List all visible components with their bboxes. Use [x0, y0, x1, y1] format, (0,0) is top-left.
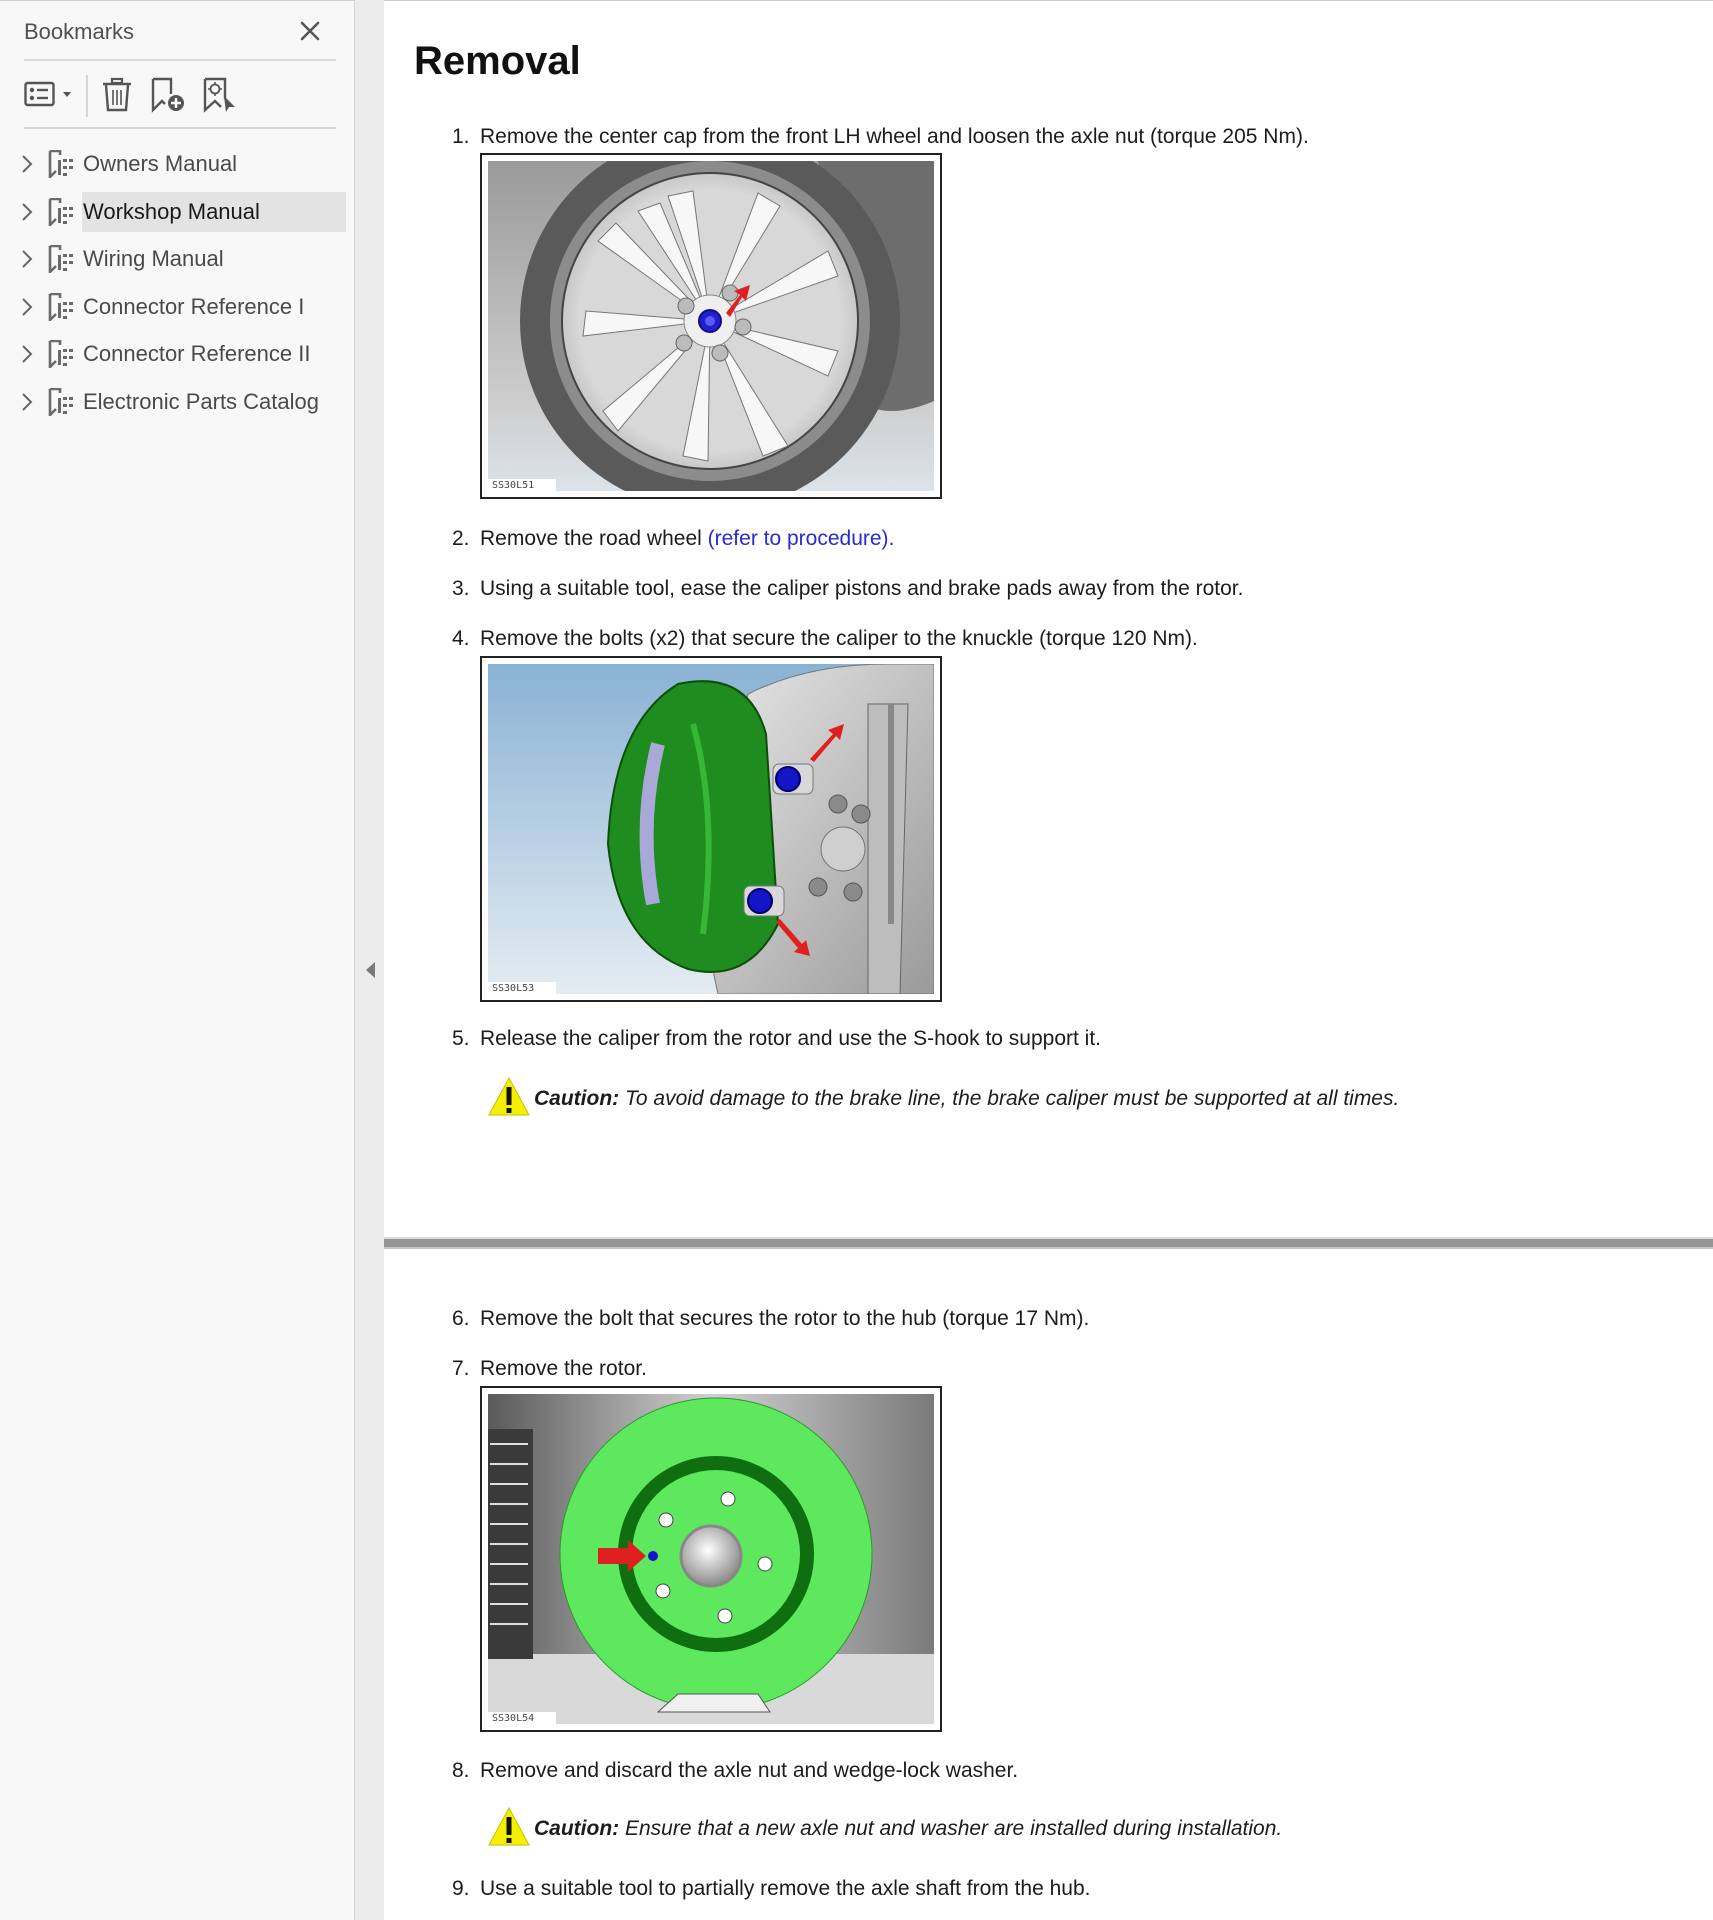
step-text: Release the caliper from the rotor and u… — [480, 1027, 1102, 1050]
figure-id: SS30L54 — [488, 1712, 556, 1726]
bookmarks-toolbar — [24, 63, 336, 129]
bookmark-item-workshop-manual[interactable]: Workshop Manual — [0, 189, 354, 237]
list-options-icon[interactable] — [24, 77, 74, 113]
bookmark-label: Electronic Parts Catalog — [83, 388, 319, 414]
step-1: 1. Remove the center cap from the front L… — [452, 125, 1309, 149]
caliper-illustration — [488, 664, 934, 994]
warning-icon — [488, 1077, 530, 1116]
bookmark-label: Owners Manual — [83, 151, 238, 176]
step-number: 5. — [452, 1027, 470, 1050]
bookmark-label: Connector Reference I — [83, 293, 305, 319]
chevron-right-icon[interactable] — [20, 153, 34, 175]
step-number: 7. — [452, 1357, 470, 1380]
refer-to-procedure-link[interactable]: (refer to procedure) — [708, 527, 889, 550]
figure-wheel: SS30L51 — [480, 153, 942, 499]
step-6: 6. Remove the bolt that secures the rotor… — [452, 1307, 1089, 1331]
warning-icon — [488, 1807, 530, 1846]
step-7: 7. Remove the rotor. — [452, 1357, 647, 1381]
chevron-right-icon[interactable] — [20, 343, 34, 365]
bookmark-item-owners-manual[interactable]: Owners Manual — [0, 141, 354, 189]
bookmark-label: Wiring Manual — [83, 246, 224, 272]
step-number: 9. — [452, 1877, 470, 1900]
collapse-panel-icon[interactable] — [366, 962, 375, 978]
document-view: Removal 1. Remove the center cap from the… — [384, 0, 1713, 1920]
caution-label: Caution: — [534, 1817, 620, 1840]
rotor-illustration — [488, 1394, 934, 1724]
step-5: 5. Release the caliper from the rotor and… — [452, 1027, 1101, 1051]
step-9: 9. Use a suitable tool to partially remov… — [452, 1877, 1091, 1901]
bookmark-tree-icon — [48, 150, 73, 178]
step-number: 2. — [452, 527, 470, 550]
bookmark-tree-icon — [48, 340, 73, 369]
step-text-suffix: . — [888, 527, 895, 550]
step-text: Remove the center cap from the front LH … — [480, 125, 1309, 148]
bookmark-tree: Owners Manual Workshop Manual Wiring Man… — [0, 141, 354, 427]
trash-icon[interactable] — [100, 77, 134, 113]
panel-splitter[interactable] — [355, 0, 384, 1920]
step-number: 4. — [452, 627, 470, 650]
bookmarks-panel: Bookmarks Owners Manual Workshop Manual … — [0, 0, 355, 1920]
step-number: 8. — [452, 1759, 470, 1782]
step-number: 1. — [452, 125, 470, 148]
step-text: Remove the bolt that secures the rotor t… — [480, 1307, 1090, 1330]
toolbar-divider — [86, 75, 88, 117]
step-text: Remove and discard the axle nut and wedg… — [480, 1759, 1019, 1782]
add-bookmark-icon[interactable] — [150, 77, 188, 113]
bookmark-item-wiring-manual[interactable]: Wiring Manual — [0, 236, 354, 284]
step-2: 2. Remove the road wheel (refer to proced… — [452, 527, 894, 551]
step-8: 8. Remove and discard the axle nut and we… — [452, 1759, 1018, 1783]
bookmark-item-connector-reference-1[interactable]: Connector Reference I — [0, 284, 354, 332]
close-icon[interactable] — [296, 17, 324, 45]
page-title: Removal — [414, 39, 581, 83]
step-number: 3. — [452, 577, 470, 600]
figure-id: SS30L53 — [488, 982, 556, 996]
caution-text: Ensure that a new axle nut and washer ar… — [619, 1817, 1283, 1840]
caution-label: Caution: — [534, 1087, 620, 1110]
find-bookmark-icon[interactable] — [202, 77, 240, 113]
bookmark-label: Workshop Manual — [82, 191, 346, 232]
chevron-right-icon[interactable] — [20, 391, 34, 413]
bookmark-tree-icon — [48, 245, 73, 274]
bookmarks-title: Bookmarks — [24, 19, 135, 44]
page-break — [384, 1237, 1713, 1249]
chevron-right-icon[interactable] — [20, 201, 34, 223]
wheel-illustration — [488, 161, 934, 491]
chevron-right-icon[interactable] — [20, 296, 34, 318]
figure-id: SS30L51 — [488, 479, 556, 493]
bookmark-label: Connector Reference II — [83, 341, 311, 367]
step-number: 6. — [452, 1307, 470, 1330]
step-4: 4. Remove the bolts (x2) that secure the … — [452, 627, 1198, 651]
step-text: Using a suitable tool, ease the caliper … — [480, 577, 1244, 600]
step-text: Use a suitable tool to partially remove … — [480, 1877, 1091, 1900]
step-text: Remove the rotor. — [480, 1357, 647, 1380]
bookmark-tree-icon — [48, 292, 73, 321]
bookmark-tree-icon — [48, 197, 73, 226]
step-text: Remove the road wheel — [480, 527, 708, 550]
step-text: Remove the bolts (x2) that secure the ca… — [480, 627, 1198, 650]
chevron-right-icon[interactable] — [20, 248, 34, 270]
caution-text: To avoid damage to the brake line, the b… — [619, 1087, 1400, 1110]
figure-caliper: SS30L53 — [480, 656, 942, 1002]
bookmarks-header: Bookmarks — [24, 15, 336, 61]
figure-rotor: SS30L54 — [480, 1386, 942, 1732]
bookmark-tree-icon — [48, 387, 73, 416]
bookmark-item-connector-reference-2[interactable]: Connector Reference II — [0, 331, 354, 379]
bookmark-item-electronic-parts-catalog[interactable]: Electronic Parts Catalog — [0, 379, 354, 427]
step-3: 3. Using a suitable tool, ease the calipe… — [452, 577, 1243, 601]
